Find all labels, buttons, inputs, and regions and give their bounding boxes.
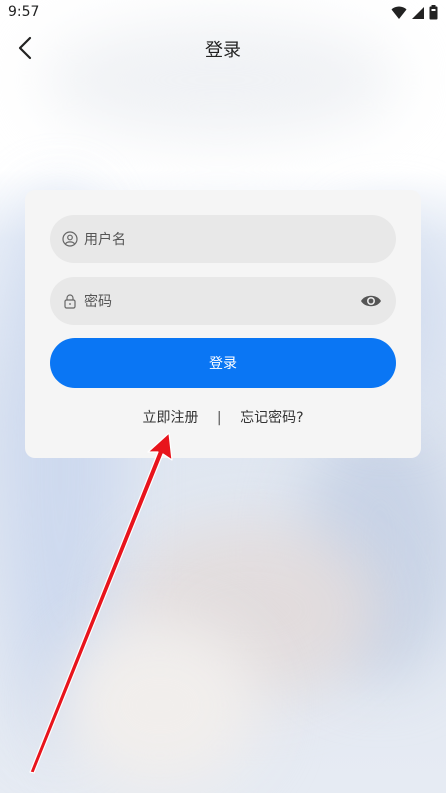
system-icons — [391, 5, 438, 20]
auth-links: 立即注册 | 忘记密码? — [25, 407, 421, 427]
user-icon — [62, 231, 78, 247]
username-input[interactable] — [82, 215, 356, 265]
status-bar: 9:57 — [0, 0, 446, 26]
password-field-container — [50, 277, 396, 327]
register-link[interactable]: 立即注册 — [142, 410, 198, 426]
page-title: 登录 — [205, 40, 241, 61]
battery-icon — [429, 5, 438, 20]
status-time: 9:57 — [8, 4, 40, 20]
app-header: 登录 — [0, 26, 446, 70]
links-separator: | — [216, 410, 222, 426]
forgot-password-link[interactable]: 忘记密码? — [240, 410, 303, 426]
password-input[interactable] — [82, 277, 356, 327]
wifi-icon — [391, 6, 407, 19]
eye-icon[interactable] — [360, 291, 382, 311]
login-button[interactable]: 登录 — [50, 338, 396, 388]
login-card: 登录 立即注册 | 忘记密码? — [25, 190, 421, 458]
lock-icon — [64, 294, 76, 309]
username-field-container — [50, 215, 396, 265]
signal-icon — [412, 6, 424, 19]
